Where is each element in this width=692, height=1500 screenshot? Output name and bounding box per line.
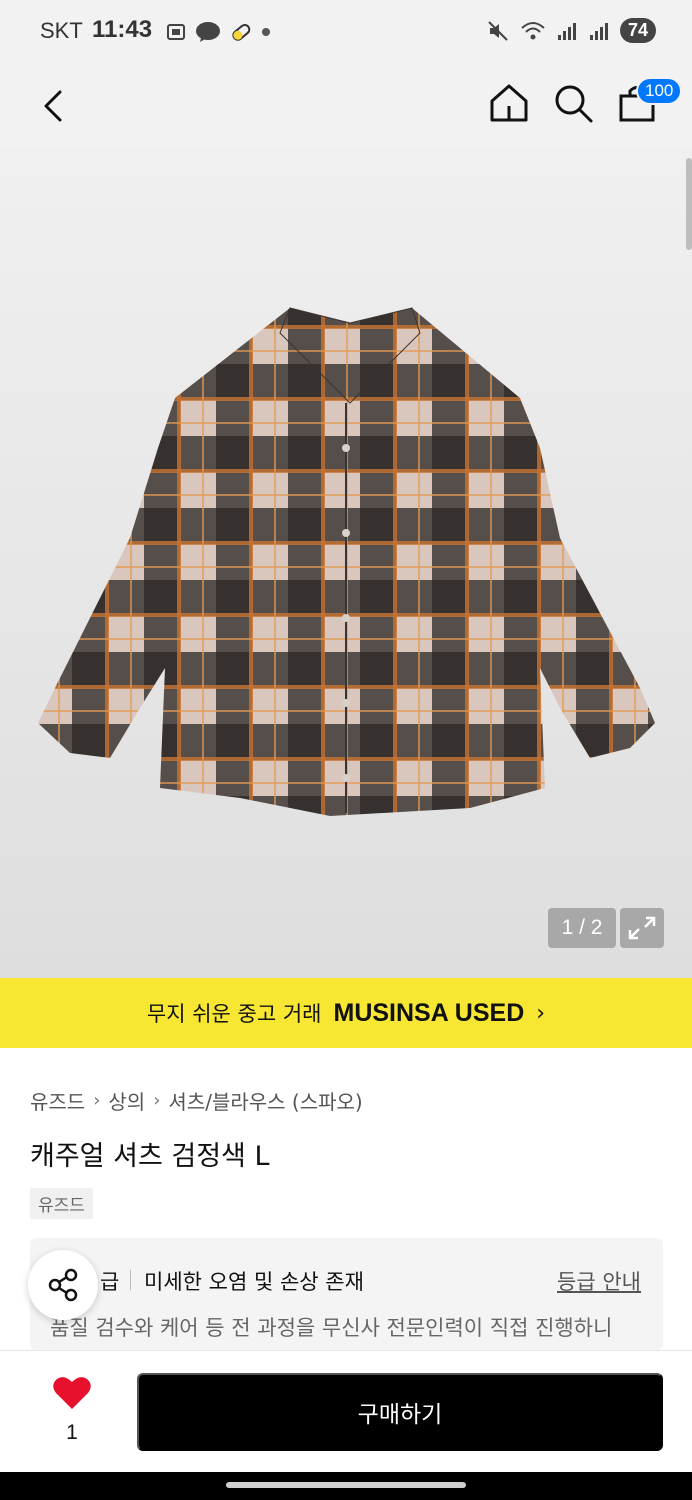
product-photo bbox=[38, 307, 655, 816]
signal-icon bbox=[557, 22, 576, 40]
signal-roaming-icon bbox=[589, 22, 608, 40]
share-icon bbox=[48, 1268, 78, 1302]
search-icon[interactable] bbox=[552, 82, 594, 124]
like-count: 1 bbox=[66, 1421, 78, 1444]
grade-label: 급 bbox=[100, 1270, 120, 1294]
share-button[interactable] bbox=[28, 1250, 98, 1320]
dot-icon bbox=[262, 28, 270, 36]
product-image-carousel[interactable]: 1 / 2 bbox=[0, 148, 692, 978]
expand-icon[interactable] bbox=[620, 908, 664, 948]
product-title: 캐주얼 셔츠 검정색 L bbox=[30, 1141, 270, 1172]
breadcrumb-item-tops[interactable]: 상의 bbox=[108, 1086, 145, 1115]
chevron-left-icon[interactable] bbox=[36, 84, 72, 128]
system-icons: 74 bbox=[486, 18, 656, 43]
musinsa-used-banner[interactable]: 무지 쉬운 중고 거래 MUSINSA USED › bbox=[0, 978, 692, 1048]
chevron-right-icon: › bbox=[153, 1090, 161, 1111]
mute-icon bbox=[488, 20, 508, 41]
breadcrumb: 유즈드 › 상의 › 셔츠/블라우스 (스파오) bbox=[30, 1086, 363, 1115]
chevron-right-icon: › bbox=[536, 1000, 546, 1026]
home-icon[interactable] bbox=[488, 82, 530, 124]
status-bar: SKT 11:43 74 bbox=[0, 0, 692, 64]
banner-brand: MUSINSA USED bbox=[333, 998, 525, 1027]
heart-icon[interactable] bbox=[52, 1375, 92, 1411]
clock: 11:43 bbox=[92, 16, 153, 43]
used-tag: 유즈드 bbox=[30, 1188, 93, 1219]
battery-icon: 74 bbox=[619, 18, 656, 43]
system-navigation-bar bbox=[0, 1472, 692, 1500]
bottom-action-bar: 1 구매하기 bbox=[0, 1350, 692, 1472]
cart-count-badge: 100 bbox=[636, 77, 683, 105]
home-indicator[interactable] bbox=[226, 1482, 466, 1488]
condition-grade-box: 급 미세한 오염 및 손상 존재 등급 안내 품질 검수와 케어 등 전 과정을… bbox=[30, 1238, 663, 1350]
buy-button[interactable]: 구매하기 bbox=[137, 1373, 663, 1451]
notification-icons bbox=[165, 20, 271, 44]
top-navigation: 100 bbox=[0, 64, 692, 148]
pill-icon bbox=[232, 23, 251, 41]
image-counter: 1 / 2 bbox=[548, 908, 616, 948]
divider bbox=[130, 1270, 131, 1290]
wifi-icon bbox=[521, 21, 545, 39]
screenshot-icon bbox=[167, 24, 185, 40]
grade-guide-link[interactable]: 등급 안내 bbox=[557, 1266, 641, 1296]
grade-description: 미세한 오염 및 손상 존재 bbox=[144, 1270, 364, 1294]
breadcrumb-item-shirts[interactable]: 셔츠/블라우스 (스파오) bbox=[168, 1086, 362, 1115]
kakaotalk-icon bbox=[196, 22, 220, 42]
breadcrumb-item-used[interactable]: 유즈드 bbox=[30, 1086, 85, 1115]
chevron-right-icon: › bbox=[93, 1090, 101, 1111]
banner-text: 무지 쉬운 중고 거래 bbox=[146, 1002, 322, 1026]
grade-sub-text: 품질 검수와 케어 등 전 과정을 무신사 전문인력이 직접 진행하니 bbox=[50, 1316, 613, 1340]
carrier-label: SKT bbox=[40, 18, 83, 43]
